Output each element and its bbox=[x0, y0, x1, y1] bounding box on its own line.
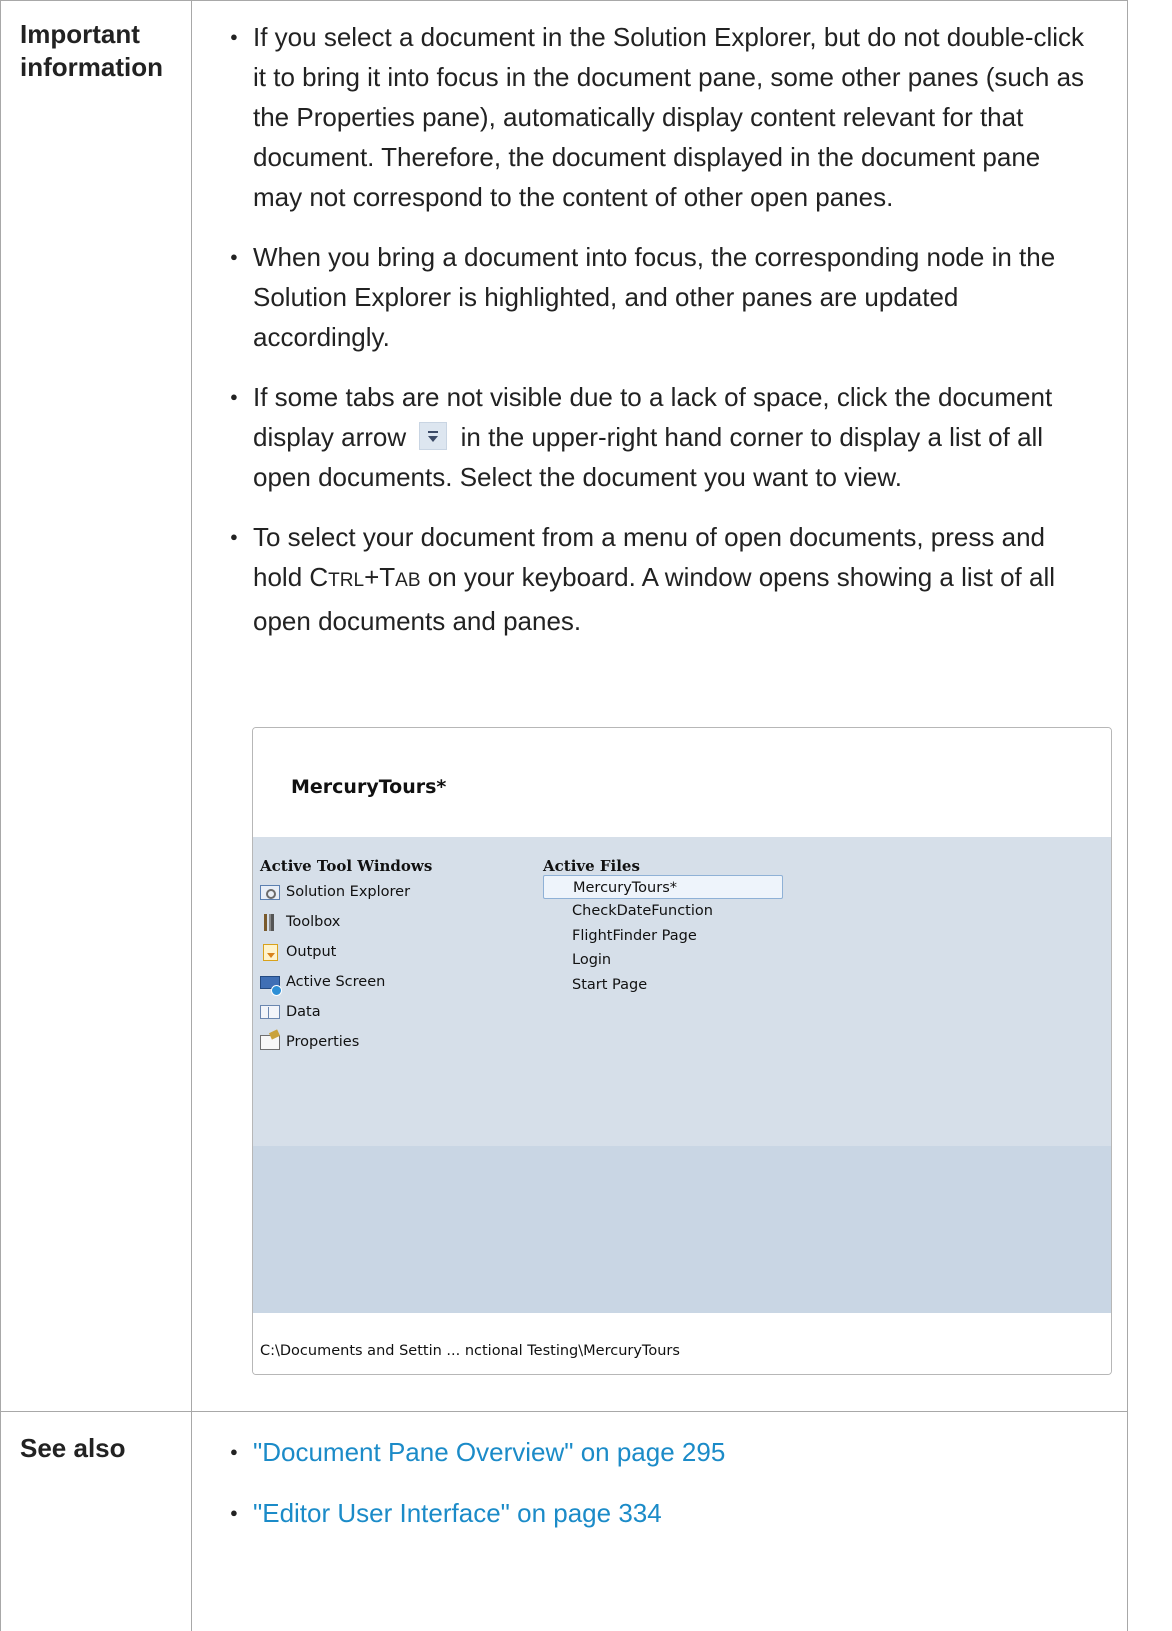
tool-windows-list: Solution Explorer Toolbox Output Active … bbox=[260, 877, 410, 1057]
solution-explorer-icon bbox=[260, 884, 280, 900]
properties-icon bbox=[260, 1034, 280, 1050]
active-file-item[interactable]: Login bbox=[543, 948, 783, 972]
tool-window-item[interactable]: Data bbox=[260, 997, 410, 1027]
active-screen-icon bbox=[260, 975, 282, 996]
important-info-bullets: If you select a document in the Solution… bbox=[212, 17, 1092, 641]
file-path: C:\Documents and Settin ... nctional Tes… bbox=[260, 1343, 680, 1359]
active-files-list: MercuryTours* CheckDateFunction FlightFi… bbox=[543, 875, 783, 997]
tool-window-item[interactable]: Solution Explorer bbox=[260, 877, 410, 907]
row-divider bbox=[0, 1411, 1128, 1412]
window-header: MercuryTours* bbox=[253, 728, 1111, 837]
active-file-item-selected[interactable]: MercuryTours* bbox=[543, 875, 783, 900]
bullet-item: To select your document from a menu of o… bbox=[212, 517, 1092, 641]
see-also-item: "Editor User Interface" on page 334 bbox=[212, 1493, 1092, 1533]
bullet-item: When you bring a document into focus, th… bbox=[212, 237, 1092, 357]
key-name: CTRL+TAB bbox=[309, 562, 421, 592]
see-also-links: "Document Pane Overview" on page 295 "Ed… bbox=[212, 1432, 1092, 1533]
data-icon bbox=[260, 1005, 280, 1019]
toolbox-icon bbox=[260, 913, 280, 931]
row-label-see-also: See also bbox=[20, 1433, 126, 1463]
active-files-header: Active Files bbox=[543, 857, 640, 875]
see-also-item: "Document Pane Overview" on page 295 bbox=[212, 1432, 1092, 1472]
active-tool-windows-header: Active Tool Windows bbox=[260, 857, 433, 875]
document-display-arrow-icon bbox=[419, 422, 448, 450]
tool-window-item[interactable]: Output bbox=[260, 937, 410, 967]
open-documents-window-screenshot: MercuryTours* Active Tool Windows Active… bbox=[252, 727, 1112, 1375]
table-border-top bbox=[0, 0, 1128, 1]
link-editor-user-interface[interactable]: "Editor User Interface" on page 334 bbox=[253, 1498, 662, 1528]
window-body: Active Tool Windows Active Files Solutio… bbox=[253, 837, 1111, 1146]
window-title: MercuryTours* bbox=[291, 776, 447, 798]
tool-window-item[interactable]: Properties bbox=[260, 1027, 410, 1057]
window-lower-area bbox=[253, 1146, 1111, 1313]
output-icon bbox=[263, 943, 278, 961]
window-footer: C:\Documents and Settin ... nctional Tes… bbox=[253, 1313, 1111, 1374]
link-document-pane-overview[interactable]: "Document Pane Overview" on page 295 bbox=[253, 1437, 725, 1467]
bullet-item: If you select a document in the Solution… bbox=[212, 17, 1092, 217]
active-file-item[interactable]: FlightFinder Page bbox=[543, 924, 783, 948]
table-border-right bbox=[1127, 0, 1128, 1631]
active-file-item[interactable]: Start Page bbox=[543, 973, 783, 997]
tool-window-item[interactable]: Toolbox bbox=[260, 907, 410, 937]
table-border-left bbox=[0, 0, 1, 1631]
info-table: Important information If you select a do… bbox=[0, 0, 1172, 1631]
active-file-item[interactable]: CheckDateFunction bbox=[543, 899, 783, 923]
bullet-item: If some tabs are not visible due to a la… bbox=[212, 377, 1092, 497]
row-label-important-information: Important information bbox=[20, 19, 163, 82]
tool-window-item[interactable]: Active Screen bbox=[260, 967, 410, 997]
column-divider bbox=[191, 0, 192, 1631]
